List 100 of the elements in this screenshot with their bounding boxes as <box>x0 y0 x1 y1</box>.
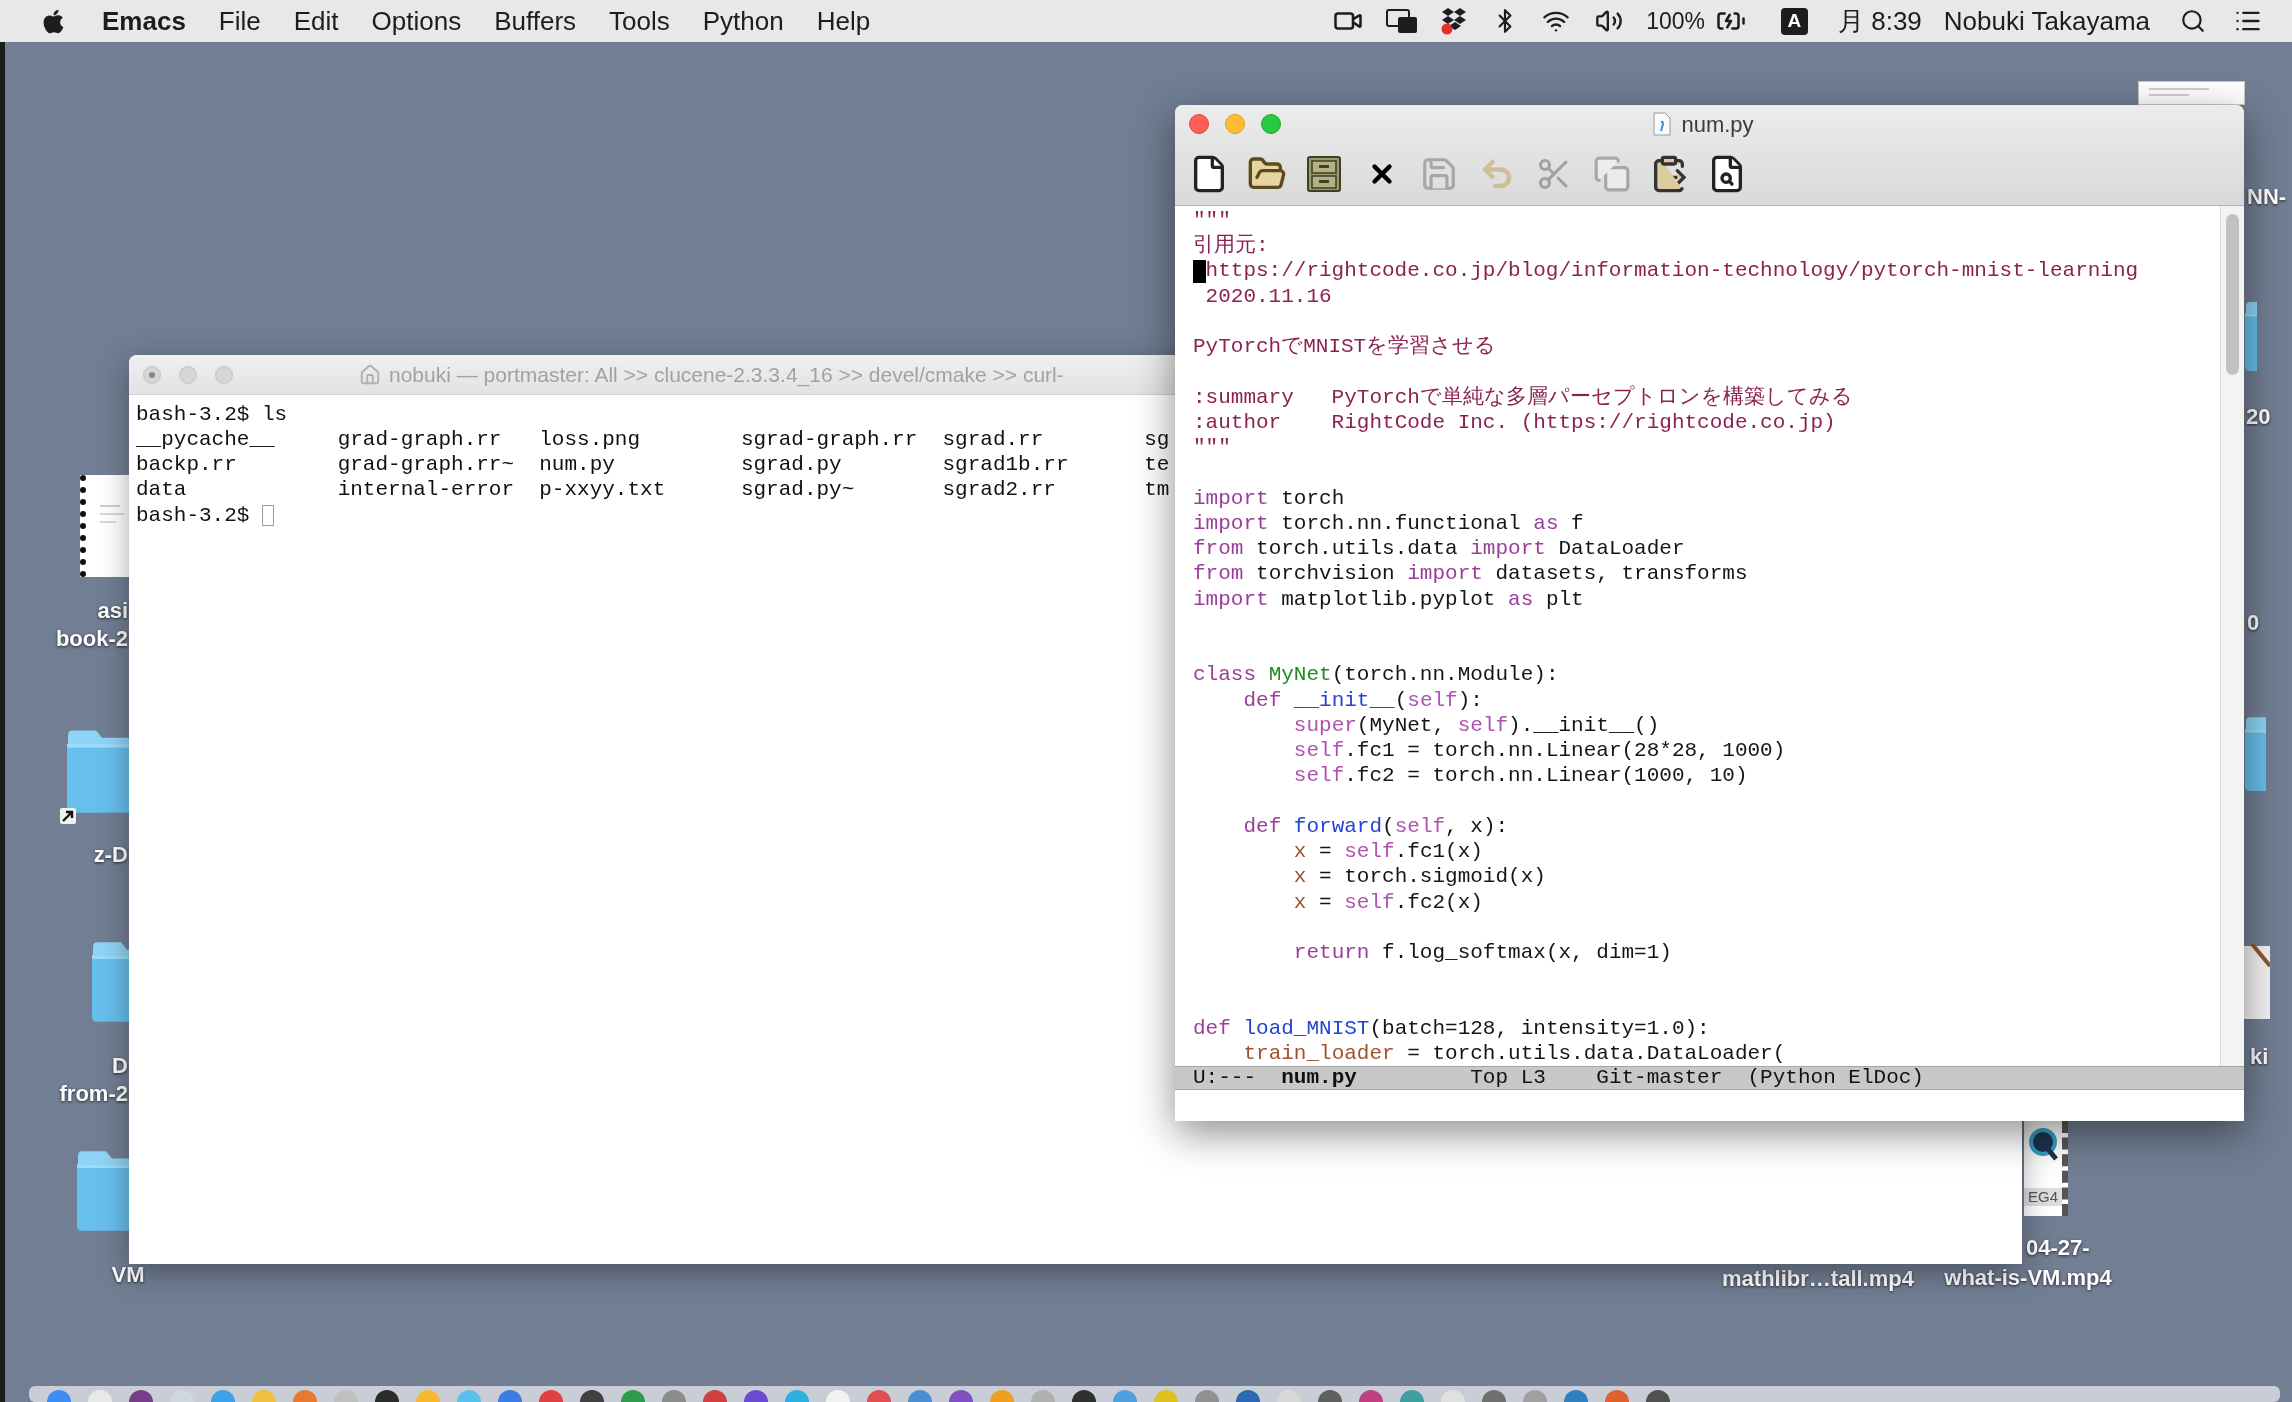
shell-prompt: bash-3.2$ <box>136 502 250 529</box>
window-title: nobuki — portmaster: All >> clucene-2.3.3.4_16 >> devel/cmake >> curl- <box>389 361 1064 389</box>
copy-icon <box>1592 155 1631 193</box>
desktop-icon-label: ki <box>2250 1043 2269 1071</box>
menu-item[interactable]: Options <box>371 1 462 41</box>
code-line: def load_MNIST(batch=128, intensity=1.0): <box>1193 1015 1710 1042</box>
display-icon[interactable] <box>1386 8 1419 34</box>
app-menu[interactable]: Emacs <box>102 1 186 41</box>
file-name: tm <box>1144 478 1170 502</box>
git-branch: Git-master <box>1596 1065 1723 1092</box>
code-line: self.fc2 = torch.nn.Linear(1000, 10) <box>1293 763 1748 790</box>
folder-icon[interactable] <box>2244 300 2257 372</box>
scrollbar[interactable] <box>2220 206 2244 1066</box>
file-name: backp.rr <box>136 453 237 477</box>
code-line: 2020.11.16 <box>1205 283 1332 310</box>
desktop-icon-label: asi <box>96 597 128 625</box>
file-name: internal-error <box>337 478 515 502</box>
menu-item[interactable]: Tools <box>609 1 670 41</box>
window-title: num.py <box>1681 110 1754 139</box>
desktop-icon-label: 20 <box>2246 403 2271 431</box>
file-name: __pycache__ <box>136 428 275 452</box>
code-line: x = self.fc1(x) <box>1293 839 1483 866</box>
code-line: import torch <box>1193 485 1345 512</box>
text-cursor-icon <box>1193 259 1206 283</box>
folder-icon[interactable] <box>76 1149 129 1232</box>
menu-item[interactable]: Buffers <box>494 1 577 41</box>
menu-item[interactable]: Help <box>816 1 871 41</box>
code-line: class MyNet(torch.nn.Module): <box>1193 662 1559 689</box>
code-line: from torchvision import datasets, transforms <box>1193 561 1748 588</box>
code-line: :summary PyTorchで単純な多層パーセプトロンを構築してみる <box>1193 384 1853 411</box>
cabinet-icon <box>1304 154 1344 194</box>
code-line: import torch.nn.functional as f <box>1193 510 1584 537</box>
code-line: train_loader = torch.utils.data.DataLoader( <box>1243 1041 1786 1066</box>
scrollbar-thumb[interactable] <box>2226 214 2239 375</box>
menu-item[interactable]: Python <box>702 1 784 41</box>
alias-arrow-icon <box>60 808 76 824</box>
code-line: 引用元: <box>1193 233 1269 260</box>
video-file-thumbnail[interactable]: EG4 <box>2024 1121 2068 1216</box>
major-mode: (Python ElDoc) <box>1747 1065 1924 1092</box>
command-text: ls <box>262 401 288 428</box>
apple-icon[interactable] <box>42 7 65 35</box>
terminal-cursor-icon <box>262 504 274 526</box>
file-type-label: EG4 <box>2024 1188 2062 1206</box>
file-name: sgrad1b.rr <box>942 453 1069 477</box>
file-name: te <box>1144 453 1170 477</box>
file-name: num.py <box>539 453 615 477</box>
buffer-name: num.py <box>1281 1065 1357 1092</box>
desktop-icon-label: NN- <box>2247 183 2287 211</box>
code-line: PyTorchでMNISTを学習させる <box>1193 334 1497 361</box>
code-line: return f.log_softmax(x, dim=1) <box>1293 940 1672 967</box>
desktop-icon-label: 04-27- <box>2026 1234 2090 1262</box>
desktop-icon-label: 0 <box>2247 609 2260 637</box>
code-line: https://rightcode.co.jp/blog/information-technology/pytorch-mnist-learning <box>1205 258 2139 285</box>
folder-icon[interactable] <box>91 940 129 1023</box>
menu-item[interactable]: Edit <box>293 1 339 41</box>
folder-icon[interactable] <box>66 728 129 814</box>
input-source-indicator[interactable]: A <box>1781 7 1808 35</box>
document-icon[interactable] <box>2244 942 2270 1019</box>
desktop-icon-label: what-is-VM.mp4 <box>1943 1264 2113 1292</box>
code-line: """ <box>1193 207 1231 234</box>
file-name: sgrad-graph.rr <box>740 428 918 452</box>
code-line: x = self.fc2(x) <box>1293 889 1483 916</box>
file-name: sgrad.py~ <box>740 478 855 502</box>
desktop-icon-label: mathlibr…tall.mp4 <box>1721 1265 1915 1293</box>
file-name: grad-graph.rr~ <box>337 453 515 477</box>
code-line: super(MyNet, self).__init__() <box>1293 712 1660 739</box>
close-button[interactable] <box>143 365 161 384</box>
code-line: def forward(self, x): <box>1243 813 1509 840</box>
code-line: def __init__(self): <box>1243 687 1483 714</box>
file-name: sg <box>1144 428 1170 452</box>
close-button[interactable] <box>1189 114 1209 134</box>
code-line: self.fc1 = torch.nn.Linear(28*28, 1000) <box>1293 738 1786 765</box>
file-name: sgrad2.rr <box>942 478 1056 502</box>
file-name: p-xxyy.txt <box>539 478 666 502</box>
desktop-icon-label: from-2 <box>58 1080 128 1108</box>
file-name: loss.png <box>539 428 641 452</box>
file-icon <box>1653 112 1672 136</box>
desktop-icon-label: D <box>111 1052 128 1080</box>
code-line: x = torch.sigmoid(x) <box>1293 864 1546 891</box>
menu-clock[interactable]: 月 8:39 <box>1838 1 1922 41</box>
menu-item[interactable]: File <box>218 1 261 41</box>
desktop-icon-label: z-D <box>92 841 128 869</box>
file-name: sgrad.rr <box>942 428 1044 452</box>
code-line: :author RightCode Inc. (https://rightcode.co.jp) <box>1193 409 1836 436</box>
file-name: data <box>136 478 187 502</box>
folder-icon[interactable] <box>2244 715 2266 792</box>
shell-prompt: bash-3.2$ <box>136 401 250 428</box>
cursor-position: Top L3 <box>1470 1065 1546 1092</box>
house-icon <box>359 363 381 386</box>
file-name: grad-graph.rr <box>337 428 502 452</box>
desktop-icon-label: VM <box>110 1261 146 1289</box>
battery-percentage: 100% <box>1646 6 1705 36</box>
file-name: sgrad.py <box>740 453 842 477</box>
desktop-icon-label: book-2 <box>54 625 128 653</box>
user-name[interactable]: Nobuki Takayama <box>1943 1 2150 41</box>
q-emblem-icon <box>2028 1127 2058 1161</box>
dock-drawing[interactable] <box>29 1386 2280 1402</box>
code-line: import matplotlib.pyplot as plt <box>1193 586 1584 613</box>
search-icon[interactable] <box>2180 8 2206 34</box>
document-thumbnail[interactable] <box>80 475 129 577</box>
